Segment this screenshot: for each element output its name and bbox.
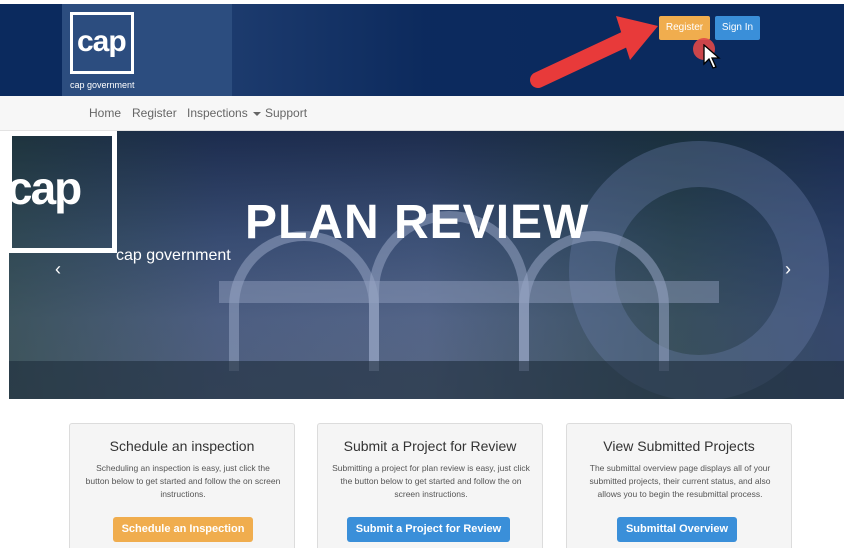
nav-item-home[interactable]: Home (89, 96, 121, 131)
nav-item-inspections[interactable]: Inspections (187, 96, 262, 131)
card-submitted-projects: View Submitted Projects The submittal ov… (566, 423, 792, 548)
schedule-inspection-button[interactable]: Schedule an Inspection (113, 517, 253, 542)
logo-subtitle: cap government (70, 80, 135, 90)
submittal-overview-button[interactable]: Submittal Overview (617, 517, 737, 542)
site-logo[interactable]: cap cap government (62, 4, 232, 96)
red-arrow-icon (530, 16, 658, 88)
mouse-cursor-icon (703, 44, 721, 69)
hero-title: PLAN REVIEW (245, 196, 590, 249)
card-text: The submittal overview page displays all… (589, 463, 771, 499)
sign-in-button[interactable]: Sign In (715, 16, 760, 40)
hero-arch-band (219, 281, 719, 303)
card-title: Schedule an inspection (109, 438, 255, 454)
page: cap cap government Register Sign In Home… (0, 0, 844, 548)
caret-down-icon (253, 111, 262, 116)
card-title: Submit a Project for Review (343, 438, 517, 454)
nav-item-label: Inspections (187, 106, 248, 120)
hero-carousel: cap cap government PLAN REVIEW ‹ › (9, 131, 844, 399)
main-nav: Home Register Inspections Support (0, 96, 844, 131)
logo-mark: cap (70, 12, 134, 74)
nav-item-support[interactable]: Support (265, 96, 307, 131)
chevron-left-icon[interactable]: ‹ (55, 259, 61, 280)
logo-text: cap (77, 25, 127, 58)
header-background-photo (232, 4, 552, 96)
hero-logo-subtitle: cap government (116, 247, 231, 264)
chevron-right-icon[interactable]: › (785, 259, 791, 280)
card-title: View Submitted Projects (603, 438, 755, 454)
nav-item-label: Register (132, 106, 177, 120)
hero-ground (9, 361, 844, 399)
nav-item-label: Support (265, 106, 308, 120)
hero-logo-text: cap (9, 162, 82, 214)
card-text: Scheduling an inspection is easy, just c… (85, 463, 281, 499)
site-header: cap cap government Register Sign In (0, 4, 844, 96)
nav-item-register[interactable]: Register (132, 96, 177, 131)
nav-item-label: Home (89, 106, 122, 120)
card-submit-project: Submit a Project for Review Submitting a… (317, 423, 543, 548)
register-button[interactable]: Register (659, 16, 710, 40)
card-text: Submitting a project for plan review is … (332, 463, 530, 499)
submit-project-button[interactable]: Submit a Project for Review (347, 517, 510, 542)
card-schedule-inspection: Schedule an inspection Scheduling an ins… (69, 423, 295, 548)
